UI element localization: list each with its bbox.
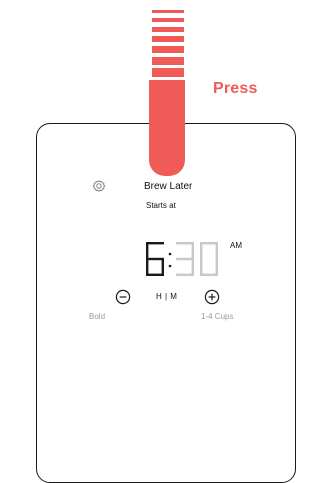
press-label: Press: [213, 80, 258, 97]
segment-e: [200, 259, 203, 276]
press-finger-bar: [149, 80, 185, 176]
segment-c: [215, 259, 218, 276]
separator-dot: [168, 252, 172, 256]
segment-d: [200, 273, 218, 276]
hour-minute-toggle[interactable]: H | M: [156, 292, 177, 301]
press-stripe: [152, 27, 184, 32]
gear-icon: [92, 180, 106, 192]
bold-option-label: Bold: [89, 312, 106, 321]
cups-option-label: 1-4 Cups: [201, 312, 234, 321]
segment-g: [146, 257, 164, 261]
minute-tens-digit: [176, 242, 194, 276]
segment-a: [146, 242, 164, 245]
segment-c: [191, 259, 194, 276]
segment-e: [146, 259, 149, 276]
meridiem-label: AM: [230, 241, 242, 250]
decrease-button[interactable]: [115, 289, 131, 305]
separator-dot: [168, 264, 172, 268]
segment-f: [200, 242, 203, 259]
press-stripe: [152, 46, 184, 53]
segment-f: [146, 242, 149, 259]
segment-b: [215, 242, 218, 259]
time-display: [146, 242, 218, 276]
mode-subtitle: Starts at: [146, 201, 176, 210]
segment-a: [176, 242, 194, 245]
plus-circle-icon: [204, 289, 220, 305]
increase-button[interactable]: [204, 289, 220, 305]
press-stripe: [152, 18, 184, 22]
segment-b: [191, 242, 194, 259]
mode-title: Brew Later: [144, 181, 193, 192]
press-stripe: [152, 57, 184, 65]
press-stripe: [152, 68, 184, 77]
settings-button[interactable]: [90, 177, 108, 195]
time-separator: [168, 252, 172, 268]
segment-d: [176, 273, 194, 276]
minute-ones-digit: [200, 242, 218, 276]
press-stripe: [152, 10, 184, 13]
hour-digit: [146, 242, 164, 276]
segment-c: [161, 259, 164, 276]
minus-circle-icon: [115, 289, 131, 305]
segment-a: [200, 242, 218, 245]
segment-d: [146, 273, 164, 276]
segment-g: [176, 257, 194, 261]
press-indicator: [149, 0, 185, 200]
press-stripe: [152, 36, 184, 42]
